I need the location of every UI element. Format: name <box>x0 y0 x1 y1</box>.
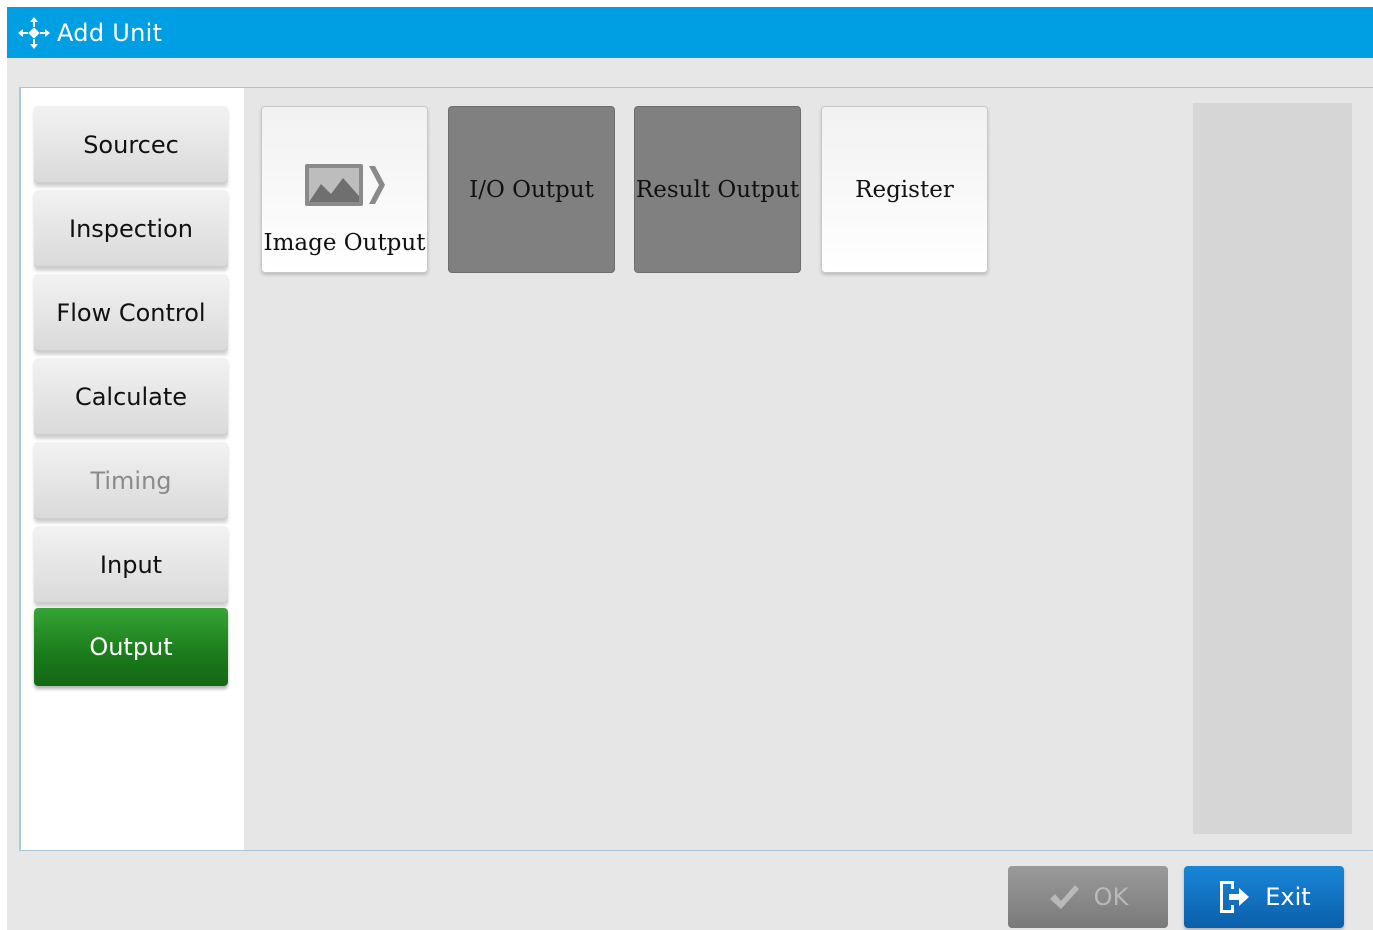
category-label: Inspection <box>69 215 193 243</box>
category-input[interactable]: Input <box>34 526 228 604</box>
exit-label: Exit <box>1265 883 1311 911</box>
add-unit-dialog: Add Unit Sourcec Inspection Flow Control… <box>7 7 1373 930</box>
category-label: Input <box>99 551 163 579</box>
category-label: Timing <box>90 467 172 495</box>
checkmark-icon <box>1048 883 1080 911</box>
category-inspection[interactable]: Inspection <box>34 190 228 268</box>
exit-button[interactable]: Exit <box>1184 866 1344 928</box>
category-sourcec[interactable]: Sourcec <box>34 106 228 184</box>
category-output[interactable]: Output <box>34 608 228 686</box>
category-timing[interactable]: Timing <box>34 442 228 520</box>
unit-result-output[interactable]: Result Output <box>634 106 801 273</box>
category-label: Output <box>89 633 173 661</box>
unit-label: Image Output <box>263 230 426 256</box>
ok-button[interactable]: OK <box>1008 866 1168 928</box>
move-arrows-icon <box>17 16 51 50</box>
scroll-track[interactable] <box>1193 103 1352 834</box>
unit-label: Register <box>855 176 954 203</box>
image-output-icon <box>303 160 387 216</box>
unit-io-output[interactable]: I/O Output <box>448 106 615 273</box>
ok-label: OK <box>1093 883 1129 911</box>
exit-door-icon <box>1217 879 1251 915</box>
category-label: Sourcec <box>83 131 179 159</box>
unit-image-output[interactable]: Image Output <box>261 106 428 273</box>
title-bar: Add Unit <box>7 7 1373 58</box>
unit-label: Result Output <box>635 176 800 203</box>
category-calculate[interactable]: Calculate <box>34 358 228 436</box>
dialog-title: Add Unit <box>57 18 163 47</box>
category-label: Flow Control <box>56 299 206 327</box>
unit-register[interactable]: Register <box>821 106 988 273</box>
unit-label: I/O Output <box>469 176 594 203</box>
category-flow-control[interactable]: Flow Control <box>34 274 228 352</box>
category-label: Calculate <box>74 383 188 411</box>
